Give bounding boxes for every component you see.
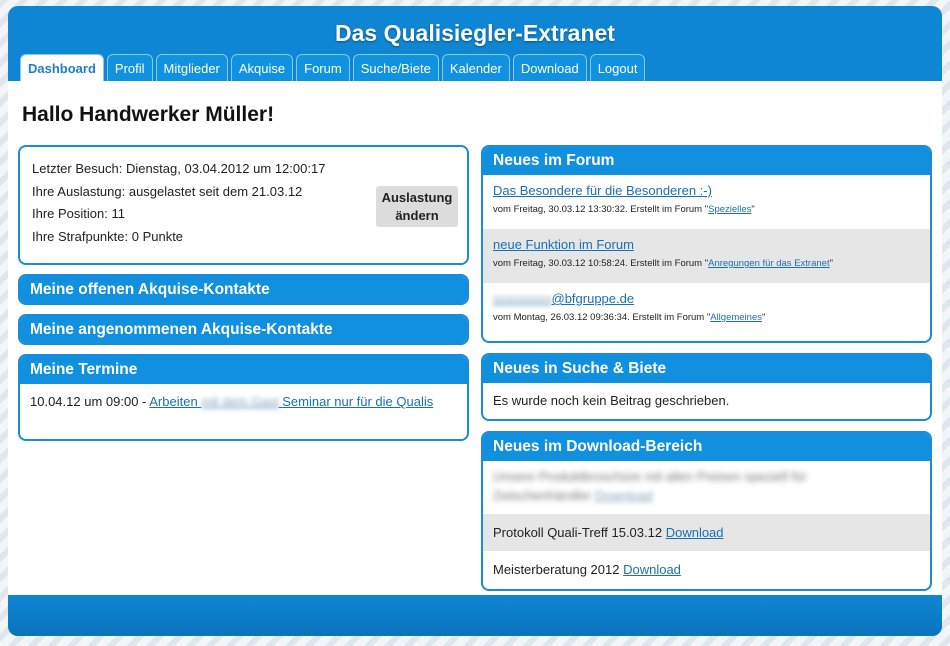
appointments-header: Meine Termine — [20, 356, 467, 384]
accepted-contacts-panel[interactable]: Meine angenommenen Akquise-Kontakte — [18, 314, 469, 345]
position-text: Ihre Position: 11 — [32, 206, 125, 221]
appointments-panel: Meine Termine 10.04.12 um 09:00 - Arbeit… — [18, 354, 469, 441]
download-item-text: Meisterberatung 2012 — [493, 562, 624, 577]
tab-logout[interactable]: Logout — [589, 54, 646, 81]
forum-item-meta-text: vom Freitag, 30.03.12 13:30:32. Erstellt… — [493, 204, 709, 215]
search-offer-header: Neues in Suche & Biete — [483, 355, 930, 383]
change-utilization-button[interactable]: Auslastung ändern — [376, 186, 458, 227]
download-blurred-line-2: Zwischenhändler — [493, 488, 592, 503]
download-blurred-line-1: Unsere Produktbroschüre mit allen Preise… — [493, 469, 807, 484]
search-offer-panel: Neues in Suche & Biete Es wurde noch kei… — [481, 353, 932, 421]
forum-item-meta-text: vom Montag, 26.03.12 09:36:34. Erstellt … — [493, 312, 711, 323]
status-box: Letzter Besuch: Dienstag, 03.04.2012 um … — [18, 145, 469, 265]
appointment-entry: 10.04.12 um 09:00 - Arbeiten mit dem Gas… — [20, 384, 467, 419]
download-item: Protokoll Quali-Treff 15.03.12 Download — [483, 514, 930, 551]
site-title: Das Qualisiegler-Extranet — [335, 20, 615, 46]
page-frame: Das Qualisiegler-Extranet Dashboard Prof… — [8, 6, 942, 636]
forum-panel: Neues im Forum Das Besondere für die Bes… — [481, 145, 932, 343]
forum-header: Neues im Forum — [483, 147, 930, 175]
page-title: Hallo Handwerker Müller! — [22, 103, 275, 126]
download-item: Meisterberatung 2012 Download — [483, 551, 930, 588]
downloads-header: Neues im Download-Bereich — [483, 433, 930, 461]
download-blurred-link[interactable]: Download — [595, 488, 653, 503]
last-visit-text: Letzter Besuch: Dienstag, 03.04.2012 um … — [32, 161, 326, 176]
forum-item-meta: vom Freitag, 30.03.12 10:58:24. Erstellt… — [493, 258, 920, 269]
forum-category-link[interactable]: Spezielles — [708, 204, 751, 215]
utilization-text: Ihre Auslastung: ausgelastet seit dem 21… — [32, 183, 303, 199]
forum-item-title-link[interactable]: xxxxxxxxx@bfgruppe.de — [493, 291, 634, 306]
tab-download[interactable]: Download — [512, 54, 587, 81]
forum-category-link[interactable]: Anregungen für das Extranet — [708, 258, 829, 269]
tab-akquise[interactable]: Akquise — [230, 54, 294, 81]
tab-kalender[interactable]: Kalender — [441, 54, 510, 81]
tab-dashboard[interactable]: Dashboard — [20, 54, 104, 82]
forum-item-meta: vom Freitag, 30.03.12 13:30:32. Erstellt… — [493, 204, 920, 215]
forum-item: xxxxxxxxx@bfgruppe.de vom Montag, 26.03.… — [483, 283, 930, 337]
download-link[interactable]: Download — [666, 525, 724, 540]
tab-mitglieder[interactable]: Mitglieder — [155, 54, 228, 81]
forum-item-meta-end: " — [751, 204, 755, 215]
appointment-link-end: Seminar nur für die Qualis — [282, 394, 434, 409]
forum-item-meta-end: " — [829, 258, 833, 269]
forum-item: neue Funktion im Forum vom Freitag, 30.0… — [483, 229, 930, 283]
footer-bar — [8, 595, 942, 636]
tab-profil[interactable]: Profil — [106, 54, 153, 81]
download-item-blurred: Unsere Produktbroschüre mit allen Preise… — [483, 461, 930, 514]
accepted-contacts-header: Meine angenommenen Akquise-Kontakte — [20, 316, 467, 343]
appointment-time: 10.04.12 um 09:00 - — [30, 394, 150, 409]
penalty-text: Ihre Strafpunkte: 0 Punkte — [32, 228, 184, 244]
status-info: Letzter Besuch: Dienstag, 03.04.2012 um … — [32, 158, 325, 248]
open-contacts-panel[interactable]: Meine offenen Akquise-Kontakte — [18, 274, 469, 305]
downloads-panel: Neues im Download-Bereich Unsere Produkt… — [481, 431, 932, 591]
forum-item-title-blurred: xxxxxxxxx — [493, 291, 552, 306]
forum-category-link[interactable]: Allgemeines — [710, 312, 762, 323]
tab-suche-biete[interactable]: Suche/Biete — [352, 54, 439, 81]
download-link[interactable]: Download — [623, 562, 681, 577]
change-utilization-label-1: Auslastung — [381, 190, 453, 205]
forum-item-meta-text: vom Freitag, 30.03.12 10:58:24. Erstellt… — [493, 258, 709, 269]
appointment-link-blurred: mit dem Gast — [201, 394, 279, 409]
forum-item-title-text: @bfgruppe.de — [551, 291, 635, 306]
forum-item-meta-end: " — [761, 312, 766, 323]
change-utilization-label-2: ändern — [395, 208, 439, 223]
forum-item-meta: vom Montag, 26.03.12 09:36:34. Erstellt … — [493, 312, 920, 323]
tab-forum[interactable]: Forum — [296, 54, 350, 81]
forum-item: Das Besondere für die Besonderen :-) vom… — [483, 175, 930, 229]
search-offer-empty-text: Es wurde noch kein Beitrag geschrieben. — [493, 393, 730, 408]
download-item-text: Protokoll Quali-Treff 15.03.12 — [493, 525, 666, 540]
appointment-link-start: Arbeiten — [149, 394, 198, 409]
appointment-link[interactable]: Arbeiten mit dem Gast Seminar nur für di… — [149, 394, 433, 409]
forum-item-title-link[interactable]: neue Funktion im Forum — [493, 237, 634, 252]
main-nav-tabs: Dashboard Profil Mitglieder Akquise Foru… — [20, 54, 646, 82]
main-content: Hallo Handwerker Müller! Letzter Besuch:… — [8, 81, 942, 595]
open-contacts-header: Meine offenen Akquise-Kontakte — [20, 276, 467, 303]
forum-item-title-link[interactable]: Das Besondere für die Besonderen :-) — [493, 183, 712, 198]
